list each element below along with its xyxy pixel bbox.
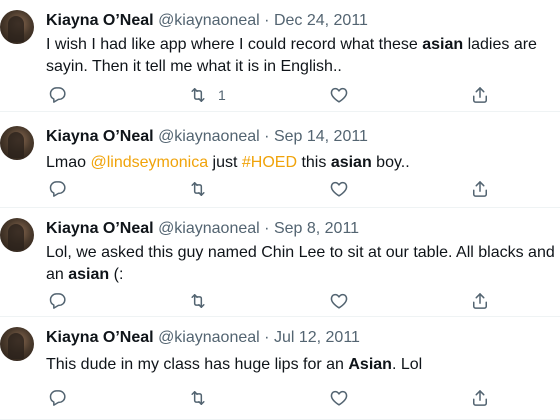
author-handle[interactable]: @kiaynaoneal [158,128,260,145]
reply-icon [48,388,68,408]
reply-icon [48,179,68,199]
like-button[interactable] [329,84,349,106]
tweet-text-segment: boy.. [371,154,410,171]
retweet-icon [188,388,208,408]
reply-icon [48,85,68,105]
reply-button[interactable] [48,387,68,409]
author-name[interactable]: Kiayna O’Neal [46,329,154,346]
tweet-actions: 1 [46,84,506,106]
separator-dot: · [264,220,270,237]
share-icon [470,291,490,311]
separator-dot: · [264,128,270,145]
tweet-text: Lol, we asked this guy named Chin Lee to… [46,242,556,286]
tweet-actions [46,387,506,409]
like-icon [329,85,349,105]
like-button[interactable] [329,387,349,409]
tweet-text-segment: This dude in my class has huge lips for … [46,356,349,373]
tweet-feed: Kiayna O’Neal @kiaynaoneal · Dec 24, 201… [0,0,560,420]
tweet-text: Lmao @lindseymonica just #HOED this asia… [46,152,556,174]
tweet-date[interactable]: Dec 24, 2011 [274,12,368,29]
tweet-text: This dude in my class has huge lips for … [46,354,556,376]
tweet-text-segment: (: [109,266,124,283]
tweet-card[interactable]: Kiayna O’Neal @kiaynaoneal · Sep 14, 201… [0,112,560,208]
highlighted-keyword: asian [422,36,464,53]
author-name[interactable]: Kiayna O’Neal [46,128,154,145]
highlighted-keyword: asian [330,154,372,171]
tweet-date[interactable]: Sep 14, 2011 [274,128,368,145]
avatar[interactable] [0,126,34,160]
share-icon [470,179,490,199]
hashtag-link[interactable]: #HOED [242,154,297,171]
tweet-card[interactable]: Kiayna O’Neal @kiaynaoneal · Sep 8, 2011… [0,208,560,317]
tweet-date[interactable]: Jul 12, 2011 [274,329,360,346]
tweet-card[interactable]: Kiayna O’Neal @kiaynaoneal · Jul 12, 201… [0,317,560,420]
avatar[interactable] [0,327,34,361]
tweet-text-segment: this [297,154,331,171]
tweet-text-segment: Lmao [46,154,91,171]
highlighted-keyword: asian [68,266,110,283]
tweet-date[interactable]: Sep 8, 2011 [274,220,359,237]
tweet-text: I wish I had like app where I could reco… [46,34,556,78]
tweet-header: Kiayna O’Neal @kiaynaoneal · Dec 24, 201… [46,12,368,30]
reply-button[interactable] [48,290,68,312]
share-icon [470,85,490,105]
reply-icon [48,291,68,311]
retweet-icon [188,291,208,311]
retweet-button[interactable] [188,387,218,409]
tweet-actions [46,290,506,312]
like-icon [329,388,349,408]
like-button[interactable] [329,178,349,200]
avatar[interactable] [0,10,34,44]
share-button[interactable] [470,178,490,200]
author-handle[interactable]: @kiaynaoneal [158,329,260,346]
retweet-button[interactable] [188,290,218,312]
reply-button[interactable] [48,178,68,200]
tweet-text-segment: just [208,154,242,171]
separator-dot: · [264,12,270,29]
tweet-text-segment: I wish I had like app where I could reco… [46,36,423,53]
share-button[interactable] [470,387,490,409]
author-handle[interactable]: @kiaynaoneal [158,220,260,237]
tweet-header: Kiayna O’Neal @kiaynaoneal · Sep 8, 2011 [46,220,359,238]
like-button[interactable] [329,290,349,312]
avatar[interactable] [0,218,34,252]
retweet-button[interactable] [188,178,218,200]
mention-link[interactable]: @lindseymonica [90,154,208,171]
like-icon [329,179,349,199]
separator-dot: · [264,329,270,346]
highlighted-keyword: Asian [348,356,392,373]
share-button[interactable] [470,84,490,106]
tweet-header: Kiayna O’Neal @kiaynaoneal · Jul 12, 201… [46,329,360,347]
tweet-header: Kiayna O’Neal @kiaynaoneal · Sep 14, 201… [46,128,368,146]
author-name[interactable]: Kiayna O’Neal [46,220,154,237]
tweet-actions [46,178,506,200]
retweet-icon [188,179,208,199]
share-icon [470,388,490,408]
like-icon [329,291,349,311]
reply-button[interactable] [48,84,68,106]
share-button[interactable] [470,290,490,312]
tweet-card[interactable]: Kiayna O’Neal @kiaynaoneal · Dec 24, 201… [0,0,560,112]
tweet-text-segment: . Lol [391,356,423,373]
author-name[interactable]: Kiayna O’Neal [46,12,154,29]
retweet-icon [188,85,208,105]
retweet-button[interactable]: 1 [188,84,226,106]
retweet-count: 1 [218,87,226,103]
author-handle[interactable]: @kiaynaoneal [158,12,260,29]
